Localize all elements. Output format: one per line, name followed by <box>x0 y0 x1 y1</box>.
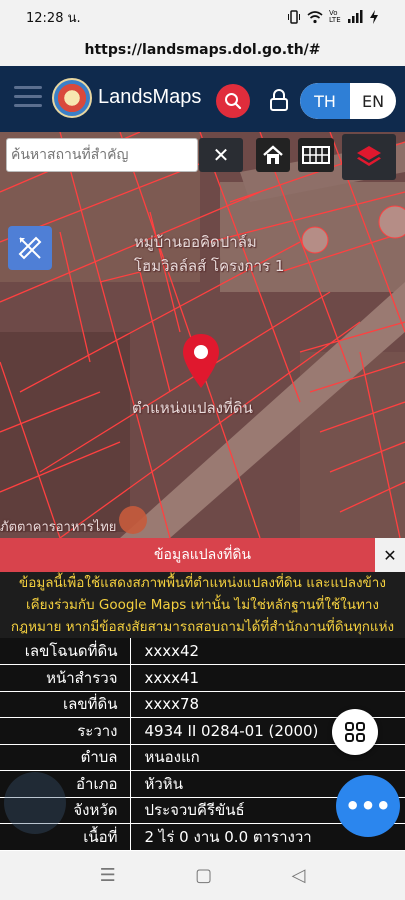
lock-icon <box>270 89 288 111</box>
row-key: เลขที่ดิน <box>0 691 131 718</box>
ruler-pencil-icon <box>18 236 42 260</box>
home-button[interactable] <box>256 138 290 172</box>
search-button[interactable] <box>216 84 250 118</box>
signal-icon <box>348 10 363 23</box>
more-options-button[interactable]: ••• <box>336 775 400 837</box>
table-row: หน้าสำรวจ xxxx41 <box>0 664 405 691</box>
status-icons: Vo LTE <box>287 10 379 24</box>
wifi-icon <box>307 11 323 24</box>
network-label: Vo LTE <box>329 9 341 24</box>
close-panel-button[interactable]: ✕ <box>375 538 405 572</box>
back-icon[interactable]: ◁ <box>291 865 305 886</box>
layers-button[interactable] <box>342 134 396 180</box>
apps-grid-icon <box>345 722 365 742</box>
status-time: 12:28 น. <box>26 10 81 26</box>
department-logo <box>52 78 92 118</box>
close-icon: ✕ <box>383 545 397 565</box>
close-icon: ✕ <box>212 143 230 167</box>
url-text: https://landsmaps.dol.go.th/# <box>84 42 321 58</box>
lang-en-button[interactable]: EN <box>350 83 396 119</box>
search-icon <box>225 93 242 110</box>
row-key: ระวาง <box>0 717 131 744</box>
row-key: ตำบล <box>0 744 131 771</box>
row-key: เลขโฉนดที่ดิน <box>0 638 131 665</box>
table-grid-icon <box>302 146 330 164</box>
map-view[interactable]: ✕ หมู่บ้านออคิดปาล์ม โฮมวิลล์ลส์ โครงการ… <box>0 132 405 538</box>
measure-tool-button[interactable] <box>8 226 52 270</box>
charging-icon <box>370 10 378 24</box>
table-row: เลขโฉนดที่ดิน xxxx42 <box>0 638 405 665</box>
menu-icon[interactable] <box>14 86 42 110</box>
clear-search-button[interactable]: ✕ <box>199 138 243 172</box>
url-bar[interactable]: https://landsmaps.dol.go.th/# <box>0 34 405 66</box>
place-search-input[interactable] <box>6 138 198 172</box>
parcel-grid-button[interactable] <box>298 138 334 172</box>
system-nav-bar: ☰ ▢ ◁ <box>0 851 405 900</box>
disclaimer-text: ข้อมูลนี้เพื่อใช้แสดงสภาพพื้นที่ตำแหน่งแ… <box>0 572 405 638</box>
vibrate-icon <box>288 10 300 24</box>
info-fab-background <box>4 772 66 834</box>
more-dots-icon: ••• <box>344 792 392 820</box>
village-label: หมู่บ้านออคิดปาล์ม โฮมวิลล์ลส์ โครงการ 1 <box>134 233 285 275</box>
layers-icon <box>357 146 381 166</box>
apps-button[interactable] <box>332 709 378 755</box>
lang-th-button[interactable]: TH <box>300 83 350 119</box>
status-bar: 12:28 น. Vo LTE <box>0 0 405 34</box>
parcel-position-label: ตำแหน่งแปลงที่ดิน <box>132 399 253 417</box>
location-pin-icon <box>183 334 219 388</box>
language-toggle[interactable]: TH EN <box>300 83 396 119</box>
row-key: หน้าสำรวจ <box>0 664 131 691</box>
row-value: xxxx42 <box>144 642 200 660</box>
home-nav-icon[interactable]: ▢ <box>195 865 212 886</box>
parcel-info-header: ข้อมูลแปลงที่ดิน <box>0 538 405 572</box>
restaurant-poi-label: ภัตตาคารอาหารไทย <box>0 520 117 535</box>
app-header: LandsMaps TH EN <box>0 66 405 132</box>
login-button[interactable] <box>268 88 290 114</box>
recent-apps-icon[interactable]: ☰ <box>100 865 116 886</box>
home-icon <box>263 145 283 164</box>
brand-title: LandsMaps <box>98 86 202 108</box>
row-value: xxxx41 <box>144 668 200 687</box>
